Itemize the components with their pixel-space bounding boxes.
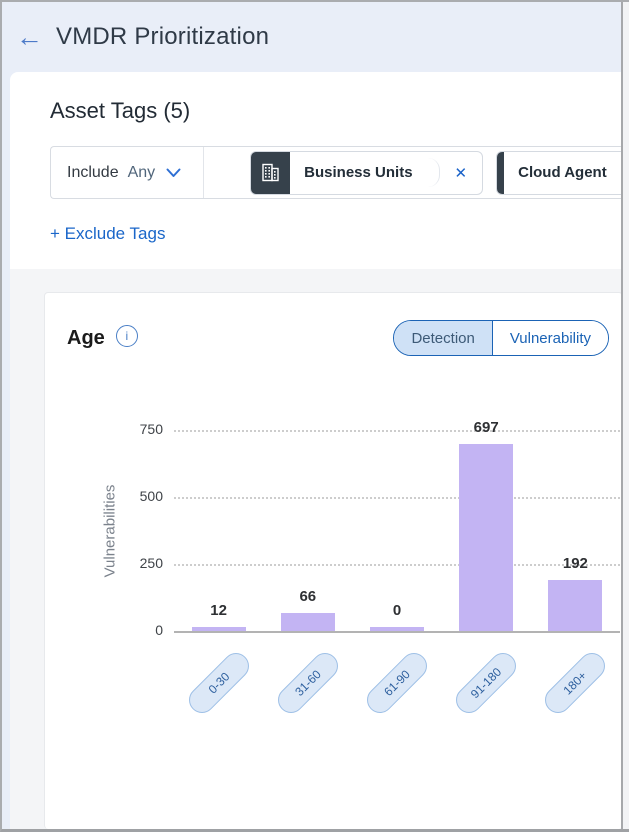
include-value: Any xyxy=(128,164,156,182)
tag-label: Cloud Agent xyxy=(504,164,621,181)
x-axis-line xyxy=(174,631,620,633)
x-axis-pill-0-30[interactable]: 0-30 xyxy=(183,648,254,719)
info-icon[interactable]: i xyxy=(116,325,138,347)
include-label: Include xyxy=(67,164,119,182)
bar-value-label: 697 xyxy=(446,419,526,436)
page-header: ← VMDR Prioritization xyxy=(2,2,629,72)
y-tick-label: 750 xyxy=(107,421,163,437)
scrollbar-gutter[interactable] xyxy=(621,2,629,829)
age-chart-header: Age i Detection Vulnerability xyxy=(67,320,622,356)
detection-vulnerability-toggle: Detection Vulnerability xyxy=(393,320,609,356)
tag-label: Business Units xyxy=(290,164,426,181)
y-tick-label: 250 xyxy=(107,555,163,571)
app-window: ← VMDR Prioritization Asset Tags (5) Inc… xyxy=(0,0,629,832)
bar-180+[interactable] xyxy=(548,580,602,631)
exclude-tags-link[interactable]: + Exclude Tags xyxy=(50,224,165,244)
buildings-icon xyxy=(251,152,290,194)
dashboard-section: Age i Detection Vulnerability Vulnerabil… xyxy=(10,269,629,829)
include-dropdown[interactable]: Include Any xyxy=(51,147,204,198)
asset-tags-card: Asset Tags (5) Include Any xyxy=(10,72,629,269)
tag-cloud-agent: Cloud Agent ✕ xyxy=(496,151,629,195)
tag-color-bar xyxy=(497,152,504,194)
toggle-option-detection[interactable]: Detection xyxy=(394,321,491,355)
x-axis-pill-91-180[interactable]: 91-180 xyxy=(451,648,522,719)
page-body: Asset Tags (5) Include Any xyxy=(2,72,629,829)
y-tick-label: 500 xyxy=(107,488,163,504)
x-axis-pill-61-90[interactable]: 61-90 xyxy=(362,648,433,719)
included-tags-list: Business Units ✕ Cloud Agent ✕ xyxy=(204,147,629,198)
bar-value-label: 66 xyxy=(268,588,348,605)
asset-tags-title: Asset Tags (5) xyxy=(50,98,629,124)
back-arrow-icon[interactable]: ← xyxy=(16,24,43,51)
x-axis-pill-31-60[interactable]: 31-60 xyxy=(272,648,343,719)
y-tick-label: 0 xyxy=(107,622,163,638)
tag-filter-bar: Include Any xyxy=(50,146,629,199)
bar-91-180[interactable] xyxy=(459,444,513,631)
chevron-down-icon xyxy=(166,168,181,178)
tag-divider xyxy=(427,158,440,187)
x-axis-pill-180+[interactable]: 180+ xyxy=(540,648,611,719)
age-bar-chart: Vulnerabilities 0250500750120-306631-600… xyxy=(67,382,622,772)
bar-value-label: 12 xyxy=(179,602,259,619)
tag-business-units: Business Units ✕ xyxy=(250,151,483,195)
bar-31-60[interactable] xyxy=(281,613,335,631)
toggle-option-vulnerability[interactable]: Vulnerability xyxy=(492,321,608,355)
bar-value-label: 0 xyxy=(357,602,437,619)
page-title: VMDR Prioritization xyxy=(56,23,269,51)
remove-tag-icon[interactable]: ✕ xyxy=(440,164,483,182)
chart-title: Age xyxy=(67,327,105,350)
age-chart-card: Age i Detection Vulnerability Vulnerabil… xyxy=(44,292,623,829)
gridline xyxy=(174,430,620,432)
bar-value-label: 192 xyxy=(535,555,615,572)
gridline xyxy=(174,497,620,499)
